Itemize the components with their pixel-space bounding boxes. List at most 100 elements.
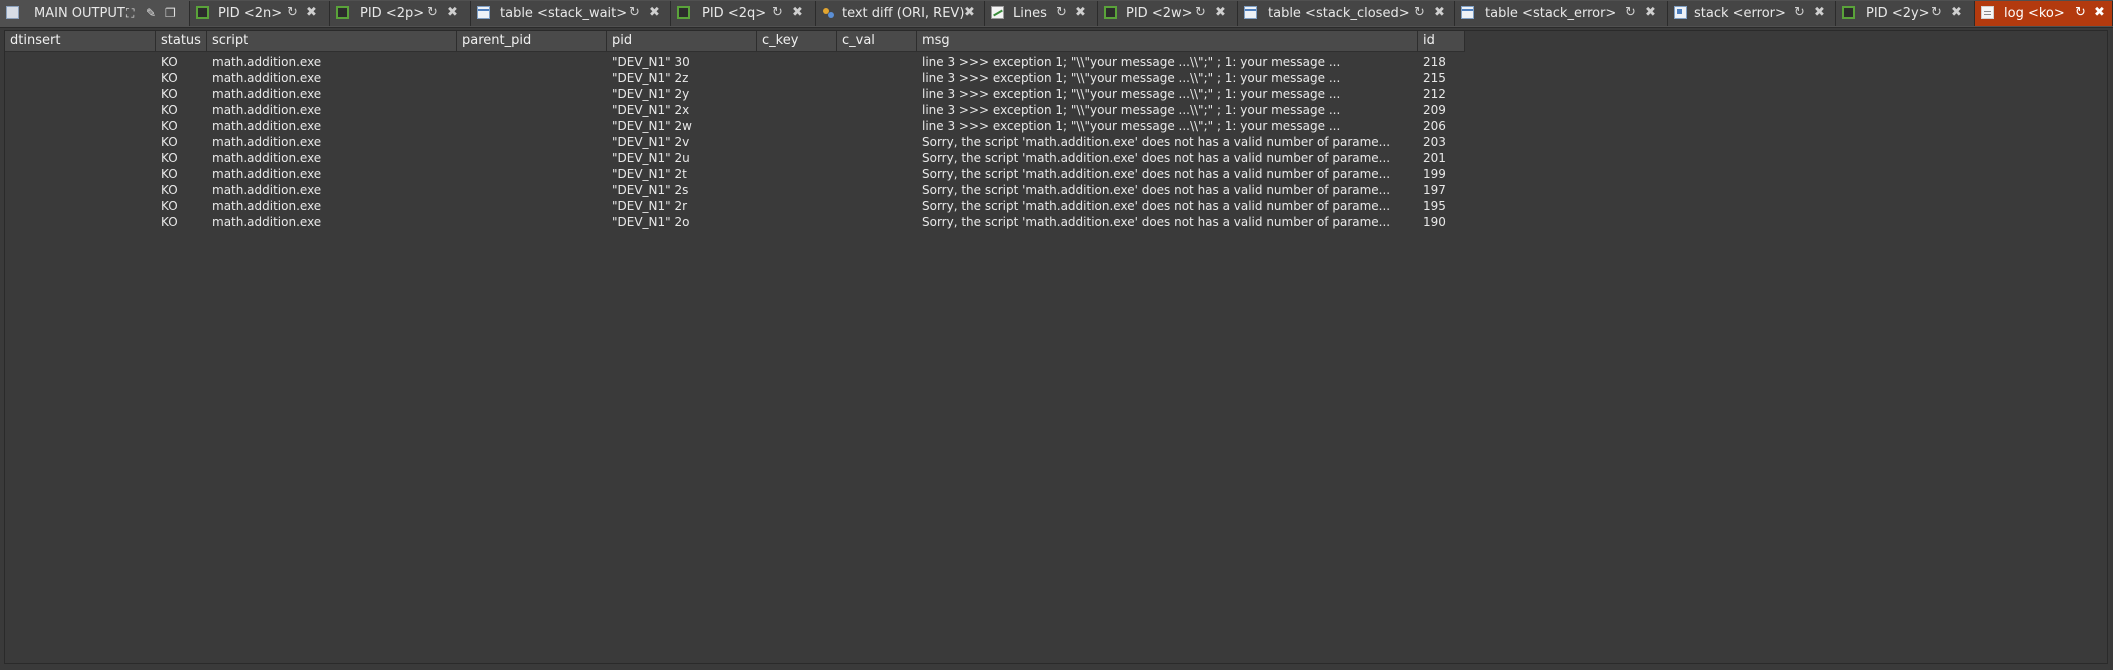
refresh-icon[interactable]: ↻: [287, 4, 298, 21]
column-header-msg[interactable]: msg: [917, 31, 1418, 51]
refresh-icon[interactable]: ↻: [427, 4, 438, 21]
tab-table-stack-closed[interactable]: table <stack_closed> ↻ ✖: [1238, 1, 1455, 26]
cell-script: math.addition.exe: [212, 151, 322, 165]
cell-id: 209: [1423, 103, 1446, 117]
close-icon[interactable]: ✖: [1645, 4, 1656, 21]
tab-main-output[interactable]: MAIN OUTPUT ⛶ ✎ ❐: [0, 1, 190, 26]
cell-dtinsert: [5, 150, 156, 166]
cell-c-key: [757, 118, 837, 134]
close-icon[interactable]: ✖: [1434, 4, 1445, 21]
cell-parent-pid: [457, 198, 607, 214]
refresh-icon[interactable]: ↻: [2075, 4, 2086, 21]
cell-status: KO: [161, 151, 178, 165]
tab-pid-2q[interactable]: PID <2q> ↻ ✖: [671, 1, 816, 26]
table-row[interactable]: KO math.addition.exe "DEV_N1" 2z line 3 >>>…: [5, 70, 1465, 86]
cell-msg: line 3 >>> exception 1; "\\"your message…: [922, 87, 1341, 101]
refresh-icon[interactable]: ↻: [1195, 4, 1206, 21]
table-row[interactable]: KO math.addition.exe "DEV_N1" 2v Sorry, the…: [5, 134, 1465, 150]
close-icon[interactable]: ✖: [306, 4, 317, 21]
cell-c-key: [757, 166, 837, 182]
tab-log-ko[interactable]: log <ko> ↻ ✖: [1975, 1, 2113, 26]
tab-lines[interactable]: Lines ↻ ✖: [985, 1, 1098, 26]
cell-id: 201: [1423, 151, 1446, 165]
table-row[interactable]: KO math.addition.exe "DEV_N1" 2r Sorry, the…: [5, 198, 1465, 214]
tab-label: PID <2n>: [218, 6, 283, 21]
tab-label: text diff (ORI, REV): [842, 6, 965, 21]
tab-label: table <stack_error>: [1485, 6, 1617, 21]
tab-pid-2y[interactable]: PID <2y> ↻ ✖: [1836, 1, 1975, 26]
column-header-c-val[interactable]: c_val: [837, 31, 917, 51]
refresh-icon[interactable]: ↻: [772, 4, 783, 21]
cell-status: KO: [161, 135, 178, 149]
cell-status: KO: [161, 119, 178, 133]
tab-pid-2n[interactable]: PID <2n> ↻ ✖: [190, 1, 330, 26]
cell-msg: Sorry, the script 'math.addition.exe' do…: [922, 215, 1391, 229]
column-header-c-key[interactable]: c_key: [757, 31, 837, 51]
cell-c-val: [837, 166, 917, 182]
cell-msg: line 3 >>> exception 1; "\\"your message…: [922, 103, 1341, 117]
tab-table-stack-wait[interactable]: table <stack_wait> ↻ ✖: [471, 1, 671, 26]
table-row[interactable]: KO math.addition.exe "DEV_N1" 30 line 3 >>>…: [5, 54, 1465, 70]
cell-id: 206: [1423, 119, 1446, 133]
cell-dtinsert: [5, 198, 156, 214]
close-icon[interactable]: ✖: [1075, 4, 1086, 21]
close-icon[interactable]: ✖: [964, 4, 975, 21]
refresh-icon[interactable]: ↻: [1931, 4, 1942, 21]
column-header-status[interactable]: status: [156, 31, 207, 51]
cell-parent-pid: [457, 54, 607, 70]
cell-msg: line 3 >>> exception 1; "\\"your message…: [922, 119, 1341, 133]
tab-text-diff[interactable]: text diff (ORI, REV) ✖: [816, 1, 985, 26]
tab-label: PID <2q>: [702, 6, 767, 21]
maximize-icon[interactable]: ⛶: [126, 5, 134, 21]
cell-pid: "DEV_N1" 2w: [612, 119, 692, 133]
cell-msg: line 3 >>> exception 1; "\\"your message…: [922, 55, 1341, 69]
process-icon: [196, 6, 209, 19]
table-row[interactable]: KO math.addition.exe "DEV_N1" 2w line 3 >>>…: [5, 118, 1465, 134]
cell-dtinsert: [5, 54, 156, 70]
cell-pid: "DEV_N1" 2y: [612, 87, 690, 101]
tab-stack-error[interactable]: stack <error> ↻ ✖: [1668, 1, 1836, 26]
lines-chart-icon: [991, 6, 1004, 19]
table-row[interactable]: KO math.addition.exe "DEV_N1" 2o Sorry, the…: [5, 214, 1465, 230]
column-header-parent-pid[interactable]: parent_pid: [457, 31, 607, 51]
windows-icon[interactable]: ❐: [165, 5, 176, 21]
cell-id: 190: [1423, 215, 1446, 229]
tab-pid-2w[interactable]: PID <2w> ↻ ✖: [1098, 1, 1238, 26]
table-row[interactable]: KO math.addition.exe "DEV_N1" 2t Sorry, the…: [5, 166, 1465, 182]
cell-pid: "DEV_N1" 2o: [612, 215, 690, 229]
cell-c-val: [837, 214, 917, 230]
refresh-icon[interactable]: ↻: [1794, 4, 1805, 21]
refresh-icon[interactable]: ↻: [1056, 4, 1067, 21]
cell-status: KO: [161, 87, 178, 101]
close-icon[interactable]: ✖: [1814, 4, 1825, 21]
cell-c-val: [837, 70, 917, 86]
table-row[interactable]: KO math.addition.exe "DEV_N1" 2s Sorry, the…: [5, 182, 1465, 198]
cell-c-val: [837, 150, 917, 166]
refresh-icon[interactable]: ↻: [629, 4, 640, 21]
cell-id: 212: [1423, 87, 1446, 101]
table-row[interactable]: KO math.addition.exe "DEV_N1" 2y line 3 >>>…: [5, 86, 1465, 102]
column-header-pid[interactable]: pid: [607, 31, 757, 51]
log-table: dtinsert status script parent_pid pid c_…: [4, 30, 2108, 664]
close-icon[interactable]: ✖: [447, 4, 458, 21]
column-header-id[interactable]: id: [1418, 31, 1465, 51]
process-icon: [677, 6, 690, 19]
table-icon: [477, 6, 490, 19]
close-icon[interactable]: ✖: [1951, 4, 1962, 21]
tab-table-stack-error[interactable]: table <stack_error> ↻ ✖: [1455, 1, 1668, 26]
cell-script: math.addition.exe: [212, 55, 322, 69]
refresh-icon[interactable]: ↻: [1625, 4, 1636, 21]
close-icon[interactable]: ✖: [1215, 4, 1226, 21]
close-icon[interactable]: ✖: [2094, 4, 2105, 21]
cell-id: 203: [1423, 135, 1446, 149]
column-header-dtinsert[interactable]: dtinsert: [5, 31, 156, 51]
close-icon[interactable]: ✖: [649, 4, 660, 21]
brush-icon[interactable]: ✎: [146, 5, 156, 21]
tab-pid-2p[interactable]: PID <2p> ↻ ✖: [330, 1, 471, 26]
close-icon[interactable]: ✖: [792, 4, 803, 21]
refresh-icon[interactable]: ↻: [1414, 4, 1425, 21]
cell-script: math.addition.exe: [212, 119, 322, 133]
column-header-script[interactable]: script: [207, 31, 457, 51]
table-row[interactable]: KO math.addition.exe "DEV_N1" 2x line 3 >>>…: [5, 102, 1465, 118]
table-row[interactable]: KO math.addition.exe "DEV_N1" 2u Sorry, the…: [5, 150, 1465, 166]
